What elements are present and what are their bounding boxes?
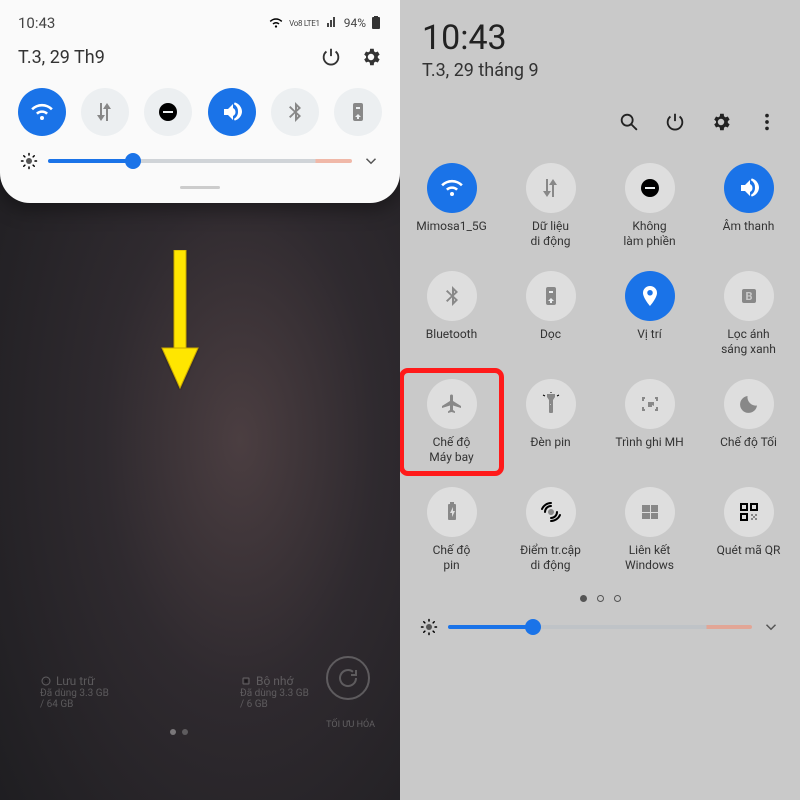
optimize-button[interactable]	[326, 656, 370, 700]
qs-tile-label: Vị trí	[637, 327, 662, 355]
battery-icon	[427, 487, 477, 537]
qs-tile-sound[interactable]: Âm thanh	[701, 157, 796, 255]
sound-icon	[220, 100, 244, 124]
qs-tile-label: Dữ liệu di động	[530, 219, 570, 249]
qs-tile-qrscan[interactable]: Quét mã QR	[701, 481, 796, 579]
qs-tile-bluetooth[interactable]: Bluetooth	[404, 265, 499, 363]
brightness-slider[interactable]	[48, 159, 352, 163]
qs-tile-hotspot[interactable]: Điểm tr.cập di động	[503, 481, 598, 579]
qs-tile-label: Chế độ pin	[433, 543, 471, 573]
network-label: Vo8 LTE1	[289, 19, 320, 28]
bluetooth-icon	[283, 100, 307, 124]
battery-percentage: 94%	[344, 16, 366, 30]
quick-toggle-wifi[interactable]	[18, 88, 66, 136]
qs-tile-dnd[interactable]: Không làm phiền	[602, 157, 697, 255]
winlink-icon	[625, 487, 675, 537]
chevron-down-icon[interactable]	[762, 618, 780, 636]
qs-tile-label: Không làm phiền	[623, 219, 675, 249]
wifi-icon	[30, 100, 54, 124]
quick-toggle-data[interactable]	[81, 88, 129, 136]
qrscan-icon	[724, 487, 774, 537]
date-label: T.3, 29 Th9	[18, 47, 105, 68]
location-icon	[625, 271, 675, 321]
page-indicator[interactable]	[400, 579, 800, 610]
clock-date: T.3, 29 tháng 9	[400, 58, 800, 111]
qs-tile-location[interactable]: Vị trí	[602, 265, 697, 363]
qs-tile-label: Quét mã QR	[717, 543, 781, 571]
more-icon[interactable]	[756, 111, 778, 133]
brightness-sun-icon	[420, 618, 438, 636]
quick-toggle-rotate[interactable]	[334, 88, 382, 136]
bluelight-icon	[724, 271, 774, 321]
storage-widget: Lưu trữ Đã dùng 3.3 GB / 64 GB	[40, 674, 160, 710]
data-icon	[526, 163, 576, 213]
qs-tile-label: Chế độ Tối	[720, 435, 777, 463]
swipe-down-arrow-annotation	[160, 250, 200, 390]
signal-bars-icon	[326, 17, 338, 29]
clock-time: 10:43	[422, 18, 507, 58]
settings-icon[interactable]	[360, 46, 382, 68]
left-phone: 10:43 Vo8 LTE1 94% T.3, 29 Th9	[0, 0, 400, 800]
bluetooth-icon	[427, 271, 477, 321]
qs-tile-label: Trình ghi MH	[615, 435, 683, 463]
chevron-down-icon[interactable]	[362, 152, 380, 170]
quick-toggle-bluetooth[interactable]	[271, 88, 319, 136]
status-time: 10:43	[18, 14, 55, 32]
settings-icon[interactable]	[710, 111, 732, 133]
dnd-icon	[156, 100, 180, 124]
qs-tile-label: Đèn pin	[530, 435, 570, 463]
qs-tile-screenrec[interactable]: Trình ghi MH	[602, 373, 697, 471]
qs-tile-label: Bluetooth	[426, 327, 477, 355]
qs-tile-bluelight[interactable]: Lọc ánh sáng xanh	[701, 265, 796, 363]
brightness-slider[interactable]	[448, 625, 752, 629]
qs-tile-wifi[interactable]: Mimosa1_5G	[404, 157, 499, 255]
qs-tile-label: Liên kết Windows	[625, 543, 674, 573]
qs-tile-airplane[interactable]: Chế độ Máy bay	[404, 373, 499, 471]
sound-icon	[724, 163, 774, 213]
battery-icon	[372, 16, 382, 30]
qs-tile-label: Điểm tr.cập di động	[520, 543, 581, 573]
data-icon	[93, 100, 117, 124]
optimize-label: TỐI ƯU HÓA	[326, 720, 375, 730]
right-phone: 10:43 T.3, 29 tháng 9 Mimosa1_5G Dữ liệu …	[400, 0, 800, 800]
quick-toggle-dnd[interactable]	[144, 88, 192, 136]
brightness-sun-icon	[20, 152, 38, 170]
qs-tile-label: Dọc	[540, 327, 561, 355]
wifi-icon	[427, 163, 477, 213]
search-icon[interactable]	[618, 111, 640, 133]
qs-tile-label: Lọc ánh sáng xanh	[721, 327, 776, 357]
qs-tile-battery[interactable]: Chế độ pin	[404, 481, 499, 579]
power-icon[interactable]	[320, 46, 342, 68]
screenrec-icon	[625, 379, 675, 429]
hotspot-icon	[526, 487, 576, 537]
airplane-icon	[427, 379, 477, 429]
qs-tile-data[interactable]: Dữ liệu di động	[503, 157, 598, 255]
signal-wifi-icon	[269, 16, 283, 30]
qs-tile-darkmode[interactable]: Chế độ Tối	[701, 373, 796, 471]
quick-toggle-sound[interactable]	[208, 88, 256, 136]
panel-handle[interactable]	[180, 186, 220, 189]
page-indicator	[170, 729, 188, 735]
dnd-icon	[625, 163, 675, 213]
qs-tile-label: Mimosa1_5G	[416, 219, 487, 247]
quick-settings-grid: Mimosa1_5G Dữ liệu di động Không làm phiền…	[400, 151, 800, 579]
qs-tile-label: Chế độ Máy bay	[429, 435, 473, 465]
status-bar: 10:43 Vo8 LTE1 94%	[18, 10, 382, 42]
rotate-icon	[526, 271, 576, 321]
flashlight-icon	[526, 379, 576, 429]
qs-tile-rotate[interactable]: Dọc	[503, 265, 598, 363]
darkmode-icon	[724, 379, 774, 429]
qs-tile-winlink[interactable]: Liên kết Windows	[602, 481, 697, 579]
rotate-icon	[346, 100, 370, 124]
qs-tile-flashlight[interactable]: Đèn pin	[503, 373, 598, 471]
qs-tile-label: Âm thanh	[723, 219, 775, 247]
power-icon[interactable]	[664, 111, 686, 133]
notification-panel-collapsed[interactable]: 10:43 Vo8 LTE1 94% T.3, 29 Th9	[0, 0, 400, 203]
